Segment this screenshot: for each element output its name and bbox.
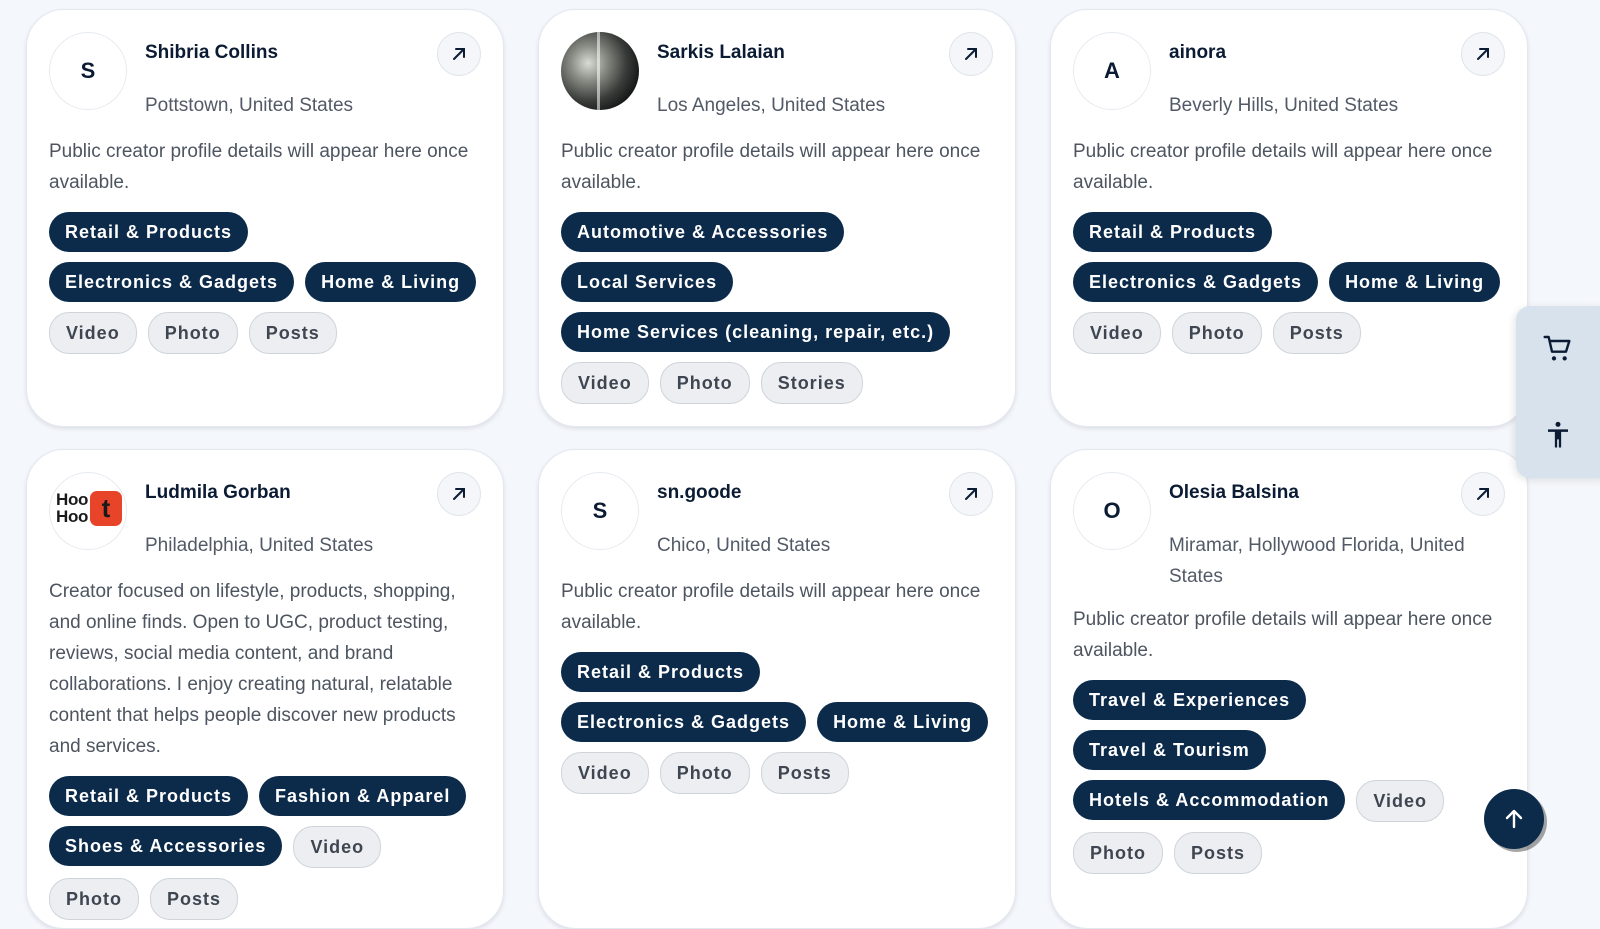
category-tag: Home & Living bbox=[305, 262, 477, 302]
category-tag: Electronics & Gadgets bbox=[561, 702, 807, 742]
creator-card[interactable]: Hoo Hoo t Ludmila Gorban Philadelphia, U… bbox=[26, 449, 504, 929]
tag-list: Retail & Products Electronics & Gadgets … bbox=[561, 652, 993, 794]
arrow-up-right-icon bbox=[1477, 48, 1489, 60]
open-profile-button[interactable] bbox=[1461, 472, 1505, 516]
format-tag: Video bbox=[1073, 312, 1161, 354]
creator-description: Public creator profile details will appe… bbox=[561, 141, 981, 193]
accessibility-icon bbox=[1548, 421, 1568, 448]
format-tag: Video bbox=[293, 826, 382, 868]
category-tag: Hotels & Accommodation bbox=[1073, 780, 1346, 820]
creator-description: Public creator profile details will appe… bbox=[1073, 141, 1493, 193]
creator-card[interactable]: S sn.goode Chico, United States Public c… bbox=[538, 449, 1016, 929]
format-tag: Photo bbox=[1171, 312, 1262, 354]
creator-card[interactable]: Sarkis Lalaian Los Angeles, United State… bbox=[538, 9, 1016, 427]
category-tag: Electronics & Gadgets bbox=[1073, 262, 1319, 302]
format-tag: Video bbox=[49, 312, 137, 354]
arrow-up-icon bbox=[1505, 809, 1523, 829]
format-tag: Photo bbox=[1073, 832, 1163, 874]
arrow-up-right-icon bbox=[453, 488, 465, 500]
format-tag: Posts bbox=[1272, 312, 1361, 354]
format-tag: Stories bbox=[760, 362, 863, 404]
avatar bbox=[561, 32, 639, 110]
open-profile-button[interactable] bbox=[1461, 32, 1505, 76]
creator-name[interactable]: Olesia Balsina bbox=[1169, 482, 1299, 504]
tag-list: Retail & Products Fashion & Apparel Shoe… bbox=[49, 776, 481, 920]
avatar-logo-tile: t bbox=[90, 491, 122, 526]
avatar: S bbox=[49, 32, 127, 110]
avatar: S bbox=[561, 472, 639, 550]
creator-name[interactable]: ainora bbox=[1169, 42, 1226, 64]
arrow-up-right-icon bbox=[453, 48, 465, 60]
tag-list: Travel & Experiences Travel & Tourism Ho… bbox=[1073, 680, 1505, 874]
category-tag: Shoes & Accessories bbox=[49, 826, 283, 866]
category-tag: Retail & Products bbox=[49, 212, 249, 252]
creator-name[interactable]: sn.goode bbox=[657, 482, 741, 504]
creator-card[interactable]: S Shibria Collins Pottstown, United Stat… bbox=[26, 9, 504, 427]
format-tag: Posts bbox=[760, 752, 849, 794]
category-tag: Electronics & Gadgets bbox=[49, 262, 295, 302]
category-tag: Travel & Experiences bbox=[1073, 680, 1307, 720]
creator-name[interactable]: Shibria Collins bbox=[145, 42, 278, 64]
category-tag: Retail & Products bbox=[561, 652, 761, 692]
category-tag: Home & Living bbox=[817, 702, 989, 742]
open-profile-button[interactable] bbox=[949, 472, 993, 516]
category-tag: Retail & Products bbox=[1073, 212, 1273, 252]
open-profile-button[interactable] bbox=[437, 32, 481, 76]
avatar: A bbox=[1073, 32, 1151, 110]
avatar: O bbox=[1073, 472, 1151, 550]
format-tag: Photo bbox=[49, 878, 139, 920]
tag-list: Retail & Products Electronics & Gadgets … bbox=[1073, 212, 1505, 354]
category-tag: Retail & Products bbox=[49, 776, 249, 816]
open-profile-button[interactable] bbox=[437, 472, 481, 516]
format-tag: Video bbox=[561, 752, 649, 794]
format-tag: Video bbox=[561, 362, 649, 404]
scroll-to-top-button[interactable] bbox=[1484, 789, 1544, 849]
creator-description: Creator focused on lifestyle, products, … bbox=[49, 581, 456, 757]
open-profile-button[interactable] bbox=[949, 32, 993, 76]
creator-card[interactable]: O Olesia Balsina Miramar, Hollywood Flor… bbox=[1050, 449, 1528, 929]
format-tag: Photo bbox=[659, 362, 750, 404]
format-tag: Posts bbox=[1174, 832, 1263, 874]
arrow-up-right-icon bbox=[1477, 488, 1489, 500]
format-tag: Posts bbox=[248, 312, 337, 354]
format-tag: Photo bbox=[147, 312, 238, 354]
category-tag: Home & Living bbox=[1329, 262, 1501, 302]
tag-list: Retail & Products Electronics & Gadgets … bbox=[49, 212, 481, 354]
arrow-up-right-icon bbox=[965, 488, 977, 500]
creator-name[interactable]: Sarkis Lalaian bbox=[657, 42, 785, 64]
creator-description: Public creator profile details will appe… bbox=[1073, 609, 1493, 661]
accessibility-button[interactable] bbox=[1516, 392, 1600, 478]
creator-description: Public creator profile details will appe… bbox=[49, 141, 469, 193]
creator-name[interactable]: Ludmila Gorban bbox=[145, 482, 291, 504]
arrow-up-right-icon bbox=[965, 48, 977, 60]
category-tag: Automotive & Accessories bbox=[561, 212, 845, 252]
format-tag: Posts bbox=[150, 878, 239, 920]
cart-button[interactable] bbox=[1516, 306, 1600, 392]
category-tag: Local Services bbox=[561, 262, 734, 302]
format-tag: Photo bbox=[659, 752, 750, 794]
floating-side-panel bbox=[1516, 306, 1600, 478]
category-tag: Home Services (cleaning, repair, etc.) bbox=[561, 312, 951, 352]
category-tag: Travel & Tourism bbox=[1073, 730, 1266, 770]
avatar-logo-text: Hoo Hoo bbox=[56, 490, 89, 526]
creator-description: Public creator profile details will appe… bbox=[561, 581, 981, 633]
cart-icon bbox=[1543, 335, 1571, 361]
category-tag: Fashion & Apparel bbox=[259, 776, 467, 816]
format-tag: Video bbox=[1356, 780, 1445, 822]
avatar: Hoo Hoo t bbox=[49, 472, 127, 550]
creator-card[interactable]: A ainora Beverly Hills, United States Pu… bbox=[1050, 9, 1528, 427]
tag-list: Automotive & Accessories Local Services … bbox=[561, 212, 993, 404]
